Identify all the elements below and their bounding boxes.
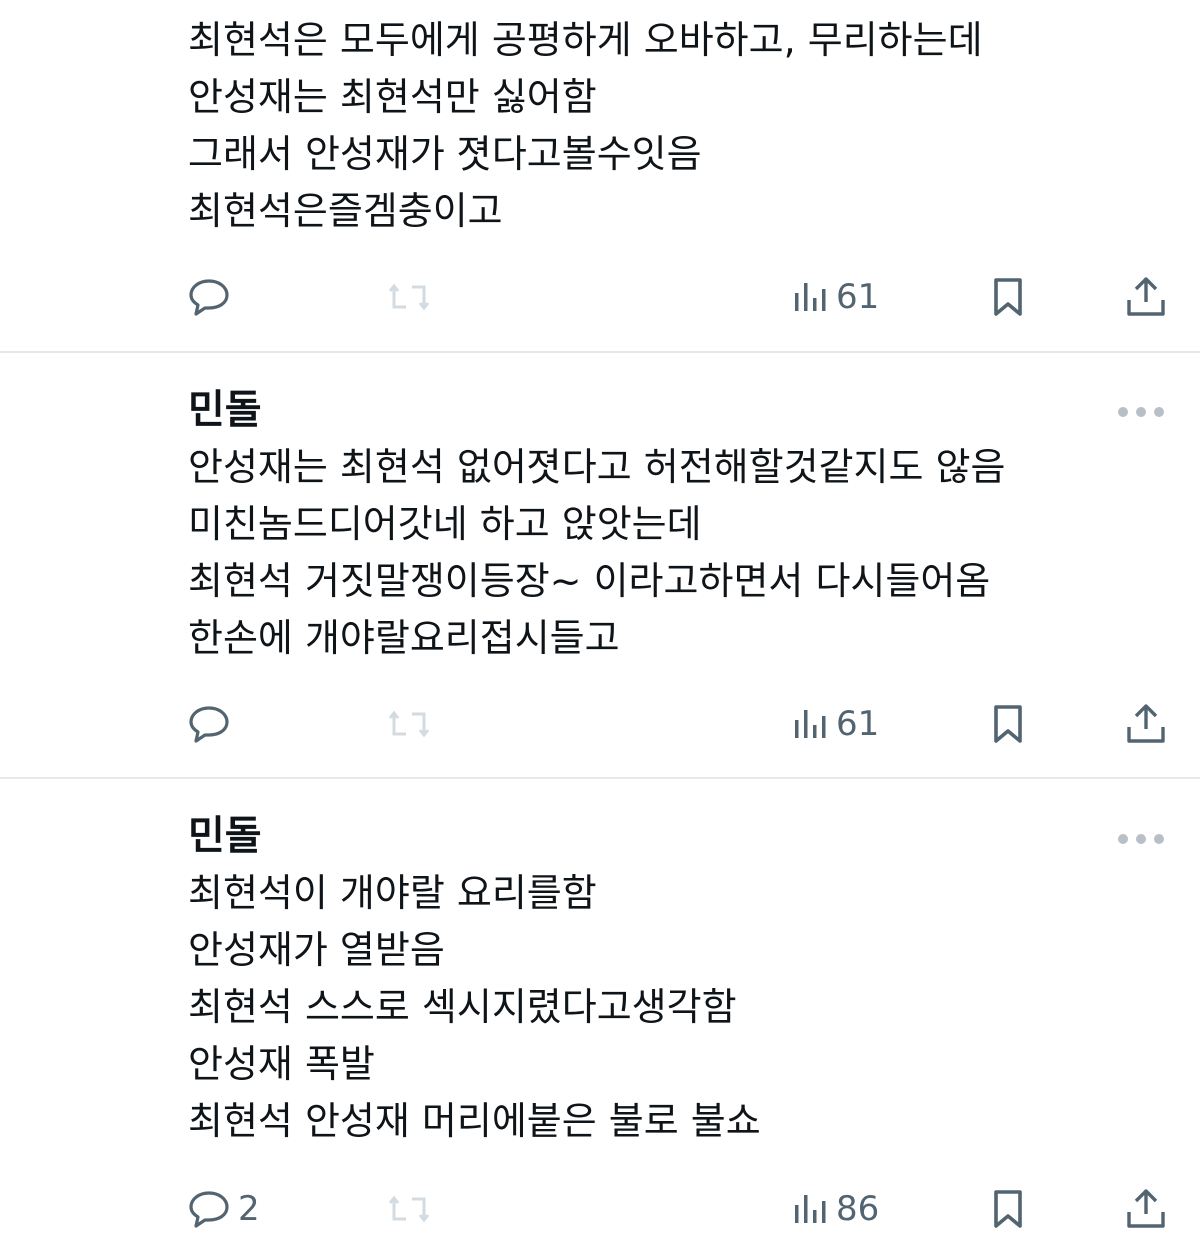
retweet-button[interactable] — [386, 1184, 432, 1234]
tweet[interactable]: 최현석은 모두에게 공평하게 오바하고, 무리하는데 안성재는 최현석만 싫어함… — [0, 0, 1200, 352]
views-count: 61 — [836, 704, 880, 744]
views-count: 61 — [836, 277, 880, 317]
tweet-text: 최현석이 개야랄 요리를함 안성재가 열받음 최현석 스스로 섹시지렸다고생각함… — [188, 865, 1148, 1150]
views-count: 86 — [836, 1189, 880, 1229]
tweet-text-line: 최현석 스스로 섹시지렸다고생각함 — [188, 985, 737, 1029]
tweet-text-line: 안성재 폭발 — [188, 1042, 375, 1086]
tweet-text-line: 최현석 안성재 머리에붙은 불로 불쇼 — [188, 1099, 761, 1143]
bookmark-button[interactable] — [990, 699, 1026, 749]
tweet[interactable]: 민돌 안성재는 최현석 없어졋다고 허전해할것같지도 않음 미친놈드디어갓네 하… — [0, 353, 1200, 778]
tweet-text: 안성재는 최현석 없어졋다고 허전해할것같지도 않음 미친놈드디어갓네 하고 앉… — [188, 439, 1148, 667]
reply-icon — [189, 279, 229, 316]
tweet-text-line: 미친놈드디어갓네 하고 앉앗는데 — [188, 502, 702, 546]
tweet-text-line: 최현석은 모두에게 공평하게 오바하고, 무리하는데 — [188, 18, 983, 62]
views-button[interactable]: 86 — [792, 1184, 879, 1234]
share-button[interactable] — [1124, 272, 1168, 322]
retweet-icon — [388, 1195, 430, 1223]
reply-button[interactable] — [188, 699, 238, 749]
share-button[interactable] — [1124, 1184, 1168, 1234]
share-button[interactable] — [1124, 699, 1168, 749]
tweet-text-line: 최현석은즐겜충이고 — [188, 189, 503, 233]
retweet-icon — [388, 710, 430, 738]
bookmark-icon — [994, 705, 1022, 743]
tweet-text-line: 한손에 개야랄요리접시들고 — [188, 616, 620, 660]
views-icon — [795, 1195, 826, 1223]
retweet-button[interactable] — [386, 272, 432, 322]
reply-count: 2 — [238, 1189, 260, 1229]
tweet-actions: 61 — [0, 272, 1200, 322]
views-icon — [795, 283, 826, 311]
author-name[interactable]: 민돌 — [188, 385, 262, 435]
views-button[interactable]: 61 — [792, 272, 879, 322]
reply-icon — [189, 706, 229, 743]
share-icon — [1127, 1189, 1165, 1228]
author-name[interactable]: 민돌 — [188, 811, 262, 861]
tweet-text-line: 안성재는 최현석만 싫어함 — [188, 75, 597, 119]
tweet[interactable]: 민돌 최현석이 개야랄 요리를함 안성재가 열받음 최현석 스스로 섹시지렸다고… — [0, 779, 1200, 1230]
tweet-text-line: 안성재가 열받음 — [188, 928, 445, 972]
reply-button[interactable]: 2 — [188, 1184, 260, 1234]
tweet-actions: 2 86 — [0, 1184, 1200, 1234]
tweet-text-line: 안성재는 최현석 없어졋다고 허전해할것같지도 않음 — [188, 445, 1006, 489]
tweet-feed: 최현석은 모두에게 공평하게 오바하고, 무리하는데 안성재는 최현석만 싫어함… — [0, 0, 1200, 1230]
share-icon — [1127, 277, 1165, 316]
share-icon — [1127, 704, 1165, 743]
bookmark-button[interactable] — [990, 272, 1026, 322]
views-button[interactable]: 61 — [792, 699, 879, 749]
views-icon — [795, 710, 826, 738]
tweet-text: 최현석은 모두에게 공평하게 오바하고, 무리하는데 안성재는 최현석만 싫어함… — [188, 12, 1148, 240]
more-icon[interactable] — [1118, 829, 1164, 849]
bookmark-icon — [994, 1190, 1022, 1228]
tweet-text-line: 최현석이 개야랄 요리를함 — [188, 871, 597, 915]
retweet-icon — [388, 283, 430, 311]
tweet-actions: 61 — [0, 699, 1200, 749]
reply-button[interactable] — [188, 272, 238, 322]
tweet-text-line: 그래서 안성재가 졋다고볼수잇음 — [188, 132, 702, 176]
bookmark-button[interactable] — [990, 1184, 1026, 1234]
bookmark-icon — [994, 278, 1022, 316]
reply-icon — [189, 1191, 229, 1228]
tweet-text-line: 최현석 거짓말쟁이등장~ 이라고하면서 다시들어옴 — [188, 559, 991, 603]
retweet-button[interactable] — [386, 699, 432, 749]
more-icon[interactable] — [1118, 402, 1164, 422]
